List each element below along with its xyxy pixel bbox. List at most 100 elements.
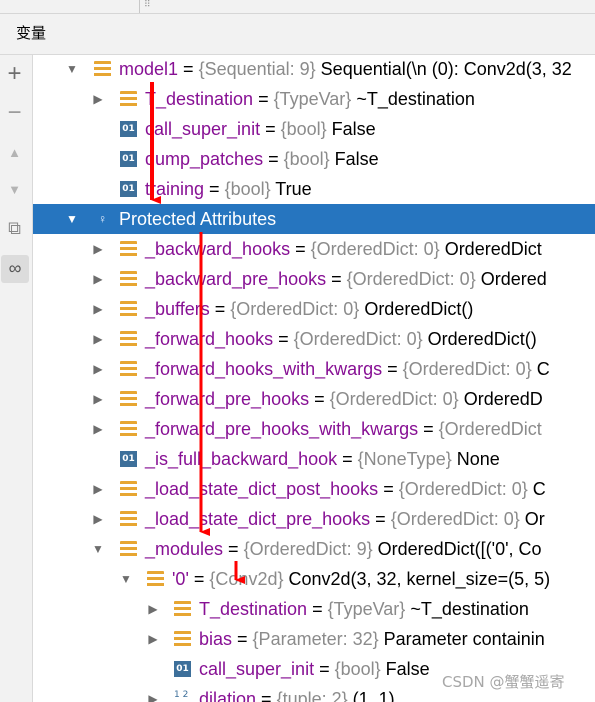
collapse-arrow-icon[interactable]: ▼ <box>65 55 79 84</box>
expand-arrow-icon[interactable]: ▶ <box>91 354 105 384</box>
tree-row-text: _forward_hooks_with_kwargs = {OrderedDic… <box>145 354 550 384</box>
expand-arrow-icon[interactable]: ▶ <box>91 474 105 504</box>
variable-value: OrderedD <box>458 389 543 409</box>
move-down-button[interactable]: ▼ <box>0 177 29 203</box>
tree-row[interactable]: ▶ _forward_pre_hooks = {OrderedDict: 0} O… <box>33 384 595 414</box>
variable-value: False <box>329 149 379 169</box>
tree-row[interactable]: ▼ model1 = {Sequential: 9} Sequential(\n … <box>33 55 595 84</box>
expand-arrow-icon[interactable]: ▶ <box>91 294 105 324</box>
tree-row[interactable]: ▶ _backward_hooks = {OrderedDict: 0} Orde… <box>33 234 595 264</box>
variable-value: OrderedDict <box>439 239 542 259</box>
tree-row[interactable]: ▶ _load_state_dict_post_hooks = {OrderedD… <box>33 474 595 504</box>
equals-sign: = <box>223 539 244 559</box>
expand-arrow-icon[interactable]: ▶ <box>91 384 105 414</box>
tree-row-selected[interactable]: ▼ ♀ Protected Attributes <box>33 204 595 234</box>
variable-type: {OrderedDict: 0} <box>329 389 459 409</box>
value-icon: 01 <box>174 661 191 677</box>
collapse-arrow-icon[interactable]: ▼ <box>91 534 105 564</box>
expand-arrow-icon[interactable]: ▶ <box>91 264 105 294</box>
equals-sign: = <box>314 659 335 679</box>
structure-icon <box>120 271 137 287</box>
variable-name: T_destination <box>145 89 254 109</box>
equals-sign: = <box>290 239 311 259</box>
tree-row-text: _forward_pre_hooks = {OrderedDict: 0} Or… <box>145 384 543 414</box>
expand-arrow-icon[interactable]: ▶ <box>91 324 105 354</box>
structure-icon <box>120 301 137 317</box>
tab-separator <box>139 0 140 13</box>
variable-type: {OrderedDict: 0} <box>390 509 520 529</box>
expand-arrow-icon[interactable]: ▶ <box>91 84 105 114</box>
variable-name: T_destination <box>199 599 308 619</box>
expand-arrow-icon[interactable]: ▶ <box>146 594 160 624</box>
tree-row[interactable]: ▶ bias = {Parameter: 32} Parameter contai… <box>33 624 595 654</box>
variable-name: _load_state_dict_post_hooks <box>145 479 379 499</box>
expand-arrow-icon[interactable]: ▶ <box>146 624 160 654</box>
panel-title: 变量 <box>16 24 47 42</box>
tree-row[interactable]: 01 training = {bool} True <box>33 174 595 204</box>
duplicate-watch-button[interactable]: ⧉ <box>0 215 29 241</box>
equals-sign: = <box>309 389 330 409</box>
variable-type: {OrderedDict: 9} <box>243 539 373 559</box>
variable-type: {OrderedDict <box>438 419 542 439</box>
variable-value: Ordered <box>475 269 547 289</box>
variable-name: model1 <box>119 59 179 79</box>
structure-icon <box>120 481 137 497</box>
equals-sign: = <box>188 569 210 589</box>
tree-row-text: _backward_pre_hooks = {OrderedDict: 0} O… <box>145 264 547 294</box>
structure-icon <box>120 391 137 407</box>
tree-row[interactable]: ▶ _forward_pre_hooks_with_kwargs = {Order… <box>33 414 595 444</box>
tree-row[interactable]: ▶ T_destination = {TypeVar} ~T_destinatio… <box>33 594 595 624</box>
tree-row[interactable]: ▶ _buffers = {OrderedDict: 0} OrderedDict… <box>33 294 595 324</box>
tree-row[interactable]: 01 call_super_init = {bool} False <box>33 114 595 144</box>
equals-sign: = <box>256 689 277 702</box>
collapse-arrow-icon[interactable]: ▼ <box>119 564 133 594</box>
glasses-icon[interactable]: ∞ <box>1 255 29 283</box>
tree-row[interactable]: ▶ T_destination = {TypeVar} ~T_destinatio… <box>33 84 595 114</box>
tree-row-text: training = {bool} True <box>145 174 312 204</box>
variable-type: {OrderedDict: 0} <box>398 479 528 499</box>
tree-row-text: dump_patches = {bool} False <box>145 144 379 174</box>
structure-icon <box>120 361 137 377</box>
move-up-button[interactable]: ▲ <box>0 140 29 166</box>
variable-name: _forward_pre_hooks <box>145 389 310 409</box>
drag-grip-icon[interactable]: ⠿ <box>144 0 151 9</box>
tree-row[interactable]: ▼ '0' = {Conv2d} Conv2d(3, 32, kernel_siz… <box>33 564 595 594</box>
tree-row-text: _is_full_backward_hook = {NoneType} None <box>145 444 500 474</box>
variable-name: _forward_pre_hooks_with_kwargs <box>145 419 419 439</box>
equals-sign: = <box>178 59 199 79</box>
equals-sign: = <box>260 119 281 139</box>
tree-row[interactable]: 01 _is_full_backward_hook = {NoneType} No… <box>33 444 595 474</box>
variable-name: Protected Attributes <box>119 209 277 229</box>
tree-row-text: dilation = {tuple: 2} (1, 1) <box>199 684 395 702</box>
tree-row[interactable]: ▼ _modules = {OrderedDict: 9} OrderedDict… <box>33 534 595 564</box>
equals-sign: = <box>326 269 347 289</box>
variable-type: {bool} <box>334 659 381 679</box>
tree-row-text: _load_state_dict_pre_hooks = {OrderedDic… <box>145 504 545 534</box>
variable-type: {OrderedDict: 0} <box>402 359 532 379</box>
tree-row-text: bias = {Parameter: 32} Parameter contain… <box>199 624 545 654</box>
tree-row[interactable]: ▶ _backward_pre_hooks = {OrderedDict: 0} … <box>33 264 595 294</box>
expand-arrow-icon[interactable]: ▶ <box>91 234 105 264</box>
collapse-arrow-icon[interactable]: ▼ <box>65 204 79 234</box>
variables-tree: ▼ model1 = {Sequential: 9} Sequential(\n … <box>33 55 595 702</box>
variable-name: _modules <box>145 539 224 559</box>
variable-value: None <box>451 449 500 469</box>
variable-type: {TypeVar} <box>327 599 406 619</box>
add-watch-button[interactable]: + <box>0 61 29 87</box>
value-icon: 01 <box>120 151 137 167</box>
tree-row[interactable]: ▶ _load_state_dict_pre_hooks = {OrderedDi… <box>33 504 595 534</box>
variable-name: '0' <box>172 569 189 589</box>
variable-value: OrderedDict([('0', Co <box>372 539 542 559</box>
variable-value: C <box>531 359 550 379</box>
tree-row[interactable]: ▶ _forward_hooks = {OrderedDict: 0} Order… <box>33 324 595 354</box>
variable-value: Parameter containin <box>378 629 545 649</box>
tree-row[interactable]: ▶ _forward_hooks_with_kwargs = {OrderedDi… <box>33 354 595 384</box>
expand-arrow-icon[interactable]: ▶ <box>146 684 160 702</box>
variable-value: True <box>270 179 312 199</box>
remove-watch-button[interactable]: − <box>0 100 29 126</box>
expand-arrow-icon[interactable]: ▶ <box>91 504 105 534</box>
expand-arrow-icon[interactable]: ▶ <box>91 414 105 444</box>
variable-value: OrderedDict() <box>359 299 474 319</box>
variable-name: training <box>145 179 205 199</box>
tree-row[interactable]: 01 dump_patches = {bool} False <box>33 144 595 174</box>
